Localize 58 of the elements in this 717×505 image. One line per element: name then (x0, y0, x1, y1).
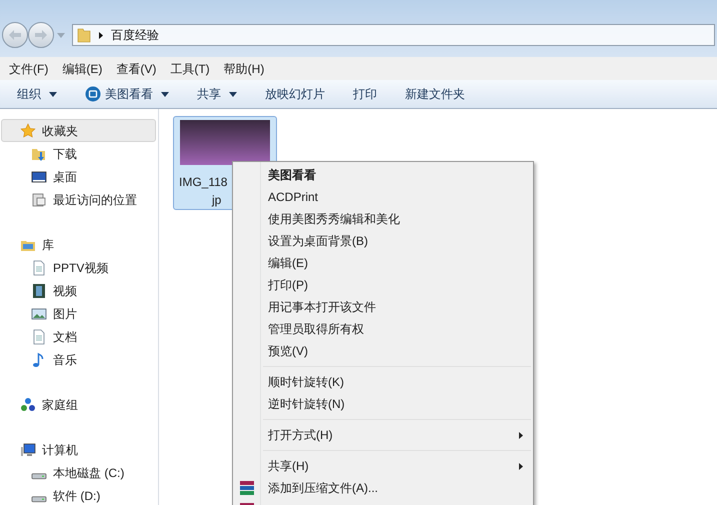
address-bar[interactable]: 百度经验 (72, 24, 715, 46)
toolbar-button[interactable]: 美图看看 (76, 82, 178, 106)
sidebar-item[interactable]: 计算机 (1, 438, 156, 461)
sidebar-item[interactable]: 库 (1, 233, 156, 256)
sidebar-item[interactable]: 最近访问的位置 (1, 188, 156, 211)
back-button[interactable] (2, 22, 28, 48)
sidebar-item[interactable]: 音乐 (1, 348, 156, 371)
context-menu-item[interactable]: 逆时针旋转(N) (235, 393, 533, 415)
sidebar-item[interactable]: 图片 (1, 302, 156, 325)
breadcrumb-arrow-icon (99, 32, 103, 38)
context-menu-item[interactable]: 打开方式(H) (235, 424, 533, 446)
context-menu-item[interactable]: 管理员取得所有权 (235, 318, 533, 340)
forward-button[interactable] (28, 22, 54, 48)
context-menu-item[interactable]: 使用美图秀秀编辑和美化 (235, 208, 533, 230)
star-icon (20, 122, 36, 138)
context-menu-item[interactable]: 预览(V) (235, 340, 533, 362)
app-logo-icon (85, 86, 101, 102)
sidebar-item[interactable]: PPTV视频 (1, 256, 156, 279)
sidebar-item[interactable]: 家庭组 (1, 393, 156, 416)
toolbar-button[interactable]: 组织 (8, 82, 66, 106)
context-menu-item[interactable]: 用记事本打开该文件 (235, 296, 533, 318)
picture-icon (31, 306, 47, 322)
menu-bar-item[interactable]: 查看(V) (111, 60, 162, 78)
sidebar-item[interactable]: 文档 (1, 325, 156, 348)
film-icon (31, 282, 47, 298)
context-menu-item[interactable]: 共享(H) (235, 455, 533, 477)
homegroup-icon (20, 396, 36, 412)
toolbar-button[interactable]: 放映幻灯片 (256, 82, 334, 106)
history-caret-icon[interactable] (57, 32, 65, 38)
toolbar-button[interactable]: 共享 (188, 82, 246, 106)
sidebar-item[interactable]: 视频 (1, 279, 156, 302)
computer-icon (20, 442, 36, 458)
recent-places-icon (31, 192, 47, 208)
sidebar-item[interactable]: 本地磁盘 (C:) (1, 461, 156, 484)
drive-icon (31, 496, 47, 503)
menu-bar-item[interactable]: 工具(T) (165, 60, 215, 78)
menu-bar-item[interactable]: 文件(F) (4, 60, 54, 78)
context-menu-item[interactable]: 顺时针旋转(K) (235, 371, 533, 393)
toolbar-button[interactable]: 打印 (344, 82, 386, 106)
context-menu-item[interactable]: 设置为桌面背景(B) (235, 230, 533, 252)
sidebar-item[interactable]: 桌面 (1, 165, 156, 188)
desktop-icon (31, 168, 47, 184)
back-arrow-icon (9, 30, 21, 40)
menu-bar-item[interactable]: 编辑(E) (57, 60, 108, 78)
toolbar-button[interactable]: 新建文件夹 (396, 82, 474, 106)
drive-icon (31, 473, 47, 480)
forward-arrow-icon (35, 30, 47, 40)
context-menu-item[interactable]: 编辑(E) (235, 252, 533, 274)
books-stack-icon (239, 480, 255, 496)
context-menu-item[interactable]: 打印(P) (235, 274, 533, 296)
sidebar-item[interactable]: 收藏夹 (1, 119, 156, 142)
context-menu-item[interactable]: 添加到压缩文件(A)... (235, 477, 533, 499)
document-icon (31, 328, 47, 344)
menu-bar-item[interactable]: 帮助(H) (218, 60, 270, 78)
folder-icon (77, 27, 91, 43)
sidebar-item[interactable]: 软件 (D:) (1, 484, 156, 505)
document-icon (31, 260, 47, 276)
sidebar-item[interactable]: 下载 (1, 142, 156, 165)
